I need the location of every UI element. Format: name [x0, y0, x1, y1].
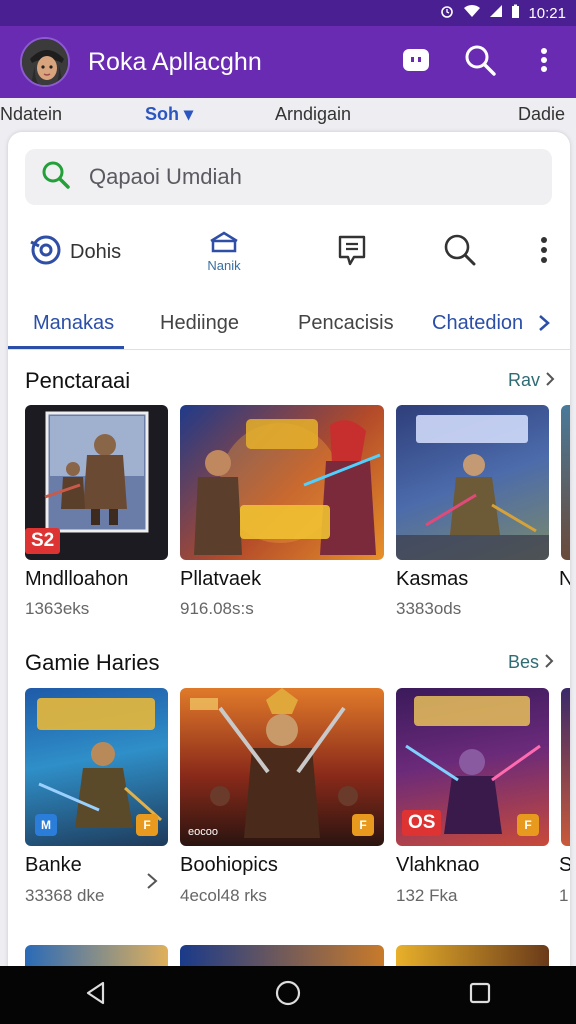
chevron-right-icon[interactable] [146, 872, 158, 895]
quick-more-button[interactable] [532, 222, 556, 282]
game-tile[interactable]: OS F [396, 688, 549, 846]
top-tab-1[interactable]: Ndatein [0, 104, 62, 125]
search-shortcut-button[interactable] [438, 222, 482, 282]
home-button[interactable] [268, 975, 308, 1015]
tile-subtitle: 4ecol48 rks [180, 886, 267, 905]
back-triangle-icon [85, 981, 107, 1010]
recents-square-icon [468, 981, 492, 1010]
app-bar: Roka Apllacghn [0, 26, 576, 98]
search-icon [443, 233, 477, 272]
section-more-2[interactable]: Bes [508, 652, 554, 673]
tile-subtitle: 132 Fka [396, 886, 458, 905]
chat-icon [402, 47, 430, 78]
tile-title: Pllatvaek [180, 568, 262, 590]
game-tile[interactable]: eocoo F [180, 688, 384, 846]
messages-button[interactable] [330, 222, 374, 282]
search-button[interactable] [460, 42, 500, 82]
category-tabs: Manakas Hediinge Pencacisis Chatedion [8, 302, 570, 350]
message-bubble-icon [336, 233, 368, 272]
more-vert-icon [540, 236, 548, 269]
game-tile[interactable]: S2 [25, 405, 168, 560]
platform-icon: F [136, 814, 158, 836]
chevron-right-icon [545, 654, 554, 668]
tile-badge: OS [402, 810, 442, 836]
search-placeholder: Qapaoi Umdiah [89, 164, 242, 189]
house-icon [209, 231, 239, 258]
target-icon [28, 234, 64, 271]
category-tab-4[interactable]: Chatedion [432, 312, 523, 335]
platform-icon: F [517, 814, 539, 836]
section-title-1: Penctaraai [25, 368, 131, 393]
system-nav-bar [0, 966, 576, 1024]
chevron-right-icon[interactable] [538, 314, 550, 338]
game-tile[interactable]: M F [25, 688, 168, 846]
tile-subtitle: 33368 dke [25, 886, 105, 905]
quick-action-nanik[interactable]: Nanik [194, 222, 254, 282]
tile-title: Kasmas [396, 568, 469, 590]
main-card: Qapaoi Umdiah Dohis Nanik Manakas Hediin… [8, 132, 570, 1024]
tile-title: Mndlloahon [25, 568, 129, 590]
quick-action-dohis[interactable]: Dohis [28, 222, 121, 282]
category-tab-1[interactable]: Manakas [33, 312, 114, 335]
quick-action-dohis-label: Dohis [70, 240, 122, 263]
top-tab-2[interactable]: Soh ▾ [145, 104, 193, 125]
alarm-icon [439, 3, 455, 23]
platform-icon: F [352, 814, 374, 836]
more-vert-icon [540, 47, 548, 78]
chevron-right-icon [546, 372, 555, 386]
section-more-1[interactable]: Rav [508, 370, 555, 391]
quick-action-nanik-label: Nanik [207, 258, 241, 273]
tile-subtitle: 1363eks [25, 599, 90, 618]
section-more-2-label: Bes [508, 652, 540, 672]
battery-icon [511, 4, 520, 23]
game-tile[interactable] [180, 405, 384, 560]
category-tab-3[interactable]: Pencacisis [298, 312, 394, 335]
app-title: Roka Apllacghn [88, 47, 262, 76]
top-tab-4[interactable]: Dadie [518, 104, 565, 125]
category-tab-2[interactable]: Hediinge [160, 312, 239, 335]
tile-title: Banke [25, 854, 82, 876]
avatar[interactable] [20, 37, 70, 87]
tile-title: S [559, 854, 570, 876]
app-store-icon: M [35, 814, 57, 836]
wifi-icon [463, 4, 481, 22]
chat-button[interactable] [396, 42, 436, 82]
screen: 10:21 Roka Apllacghn Ndatein Soh ▾ Arndi… [0, 0, 576, 1024]
top-tabs: Ndatein Soh ▾ Arndigain Dadie [0, 98, 576, 132]
game-art-image [194, 419, 381, 555]
search-icon [41, 160, 71, 195]
status-time: 10:21 [528, 4, 566, 22]
search-icon [464, 44, 496, 81]
tile-title: Vlahknao [396, 854, 480, 876]
tile-title: N [559, 568, 570, 590]
quick-actions-row: Dohis Nanik [8, 222, 570, 282]
search-field[interactable]: Qapaoi Umdiah [25, 149, 552, 205]
tile-badge: S2 [25, 528, 61, 554]
top-tab-3[interactable]: Arndigain [275, 104, 351, 125]
game-tile[interactable] [561, 405, 570, 560]
section-more-1-label: Rav [508, 370, 541, 390]
home-circle-icon [274, 979, 302, 1012]
game-tile[interactable] [396, 405, 549, 560]
tile-caption: eocoo [188, 826, 218, 838]
tile-subtitle: 916.08s:s [180, 599, 254, 618]
section-title-2: Gamie Haries [25, 650, 160, 675]
signal-icon [489, 4, 503, 22]
back-button[interactable] [76, 975, 116, 1015]
more-button[interactable] [524, 42, 564, 82]
tile-subtitle: 3383ods [396, 599, 462, 618]
game-art-image [396, 415, 549, 560]
recents-button[interactable] [460, 975, 500, 1015]
tile-subtitle: 1 [559, 886, 569, 905]
game-tile[interactable] [561, 688, 570, 846]
divider [8, 349, 570, 350]
status-bar: 10:21 [0, 0, 576, 26]
tile-title: Boohiopics [180, 854, 278, 876]
